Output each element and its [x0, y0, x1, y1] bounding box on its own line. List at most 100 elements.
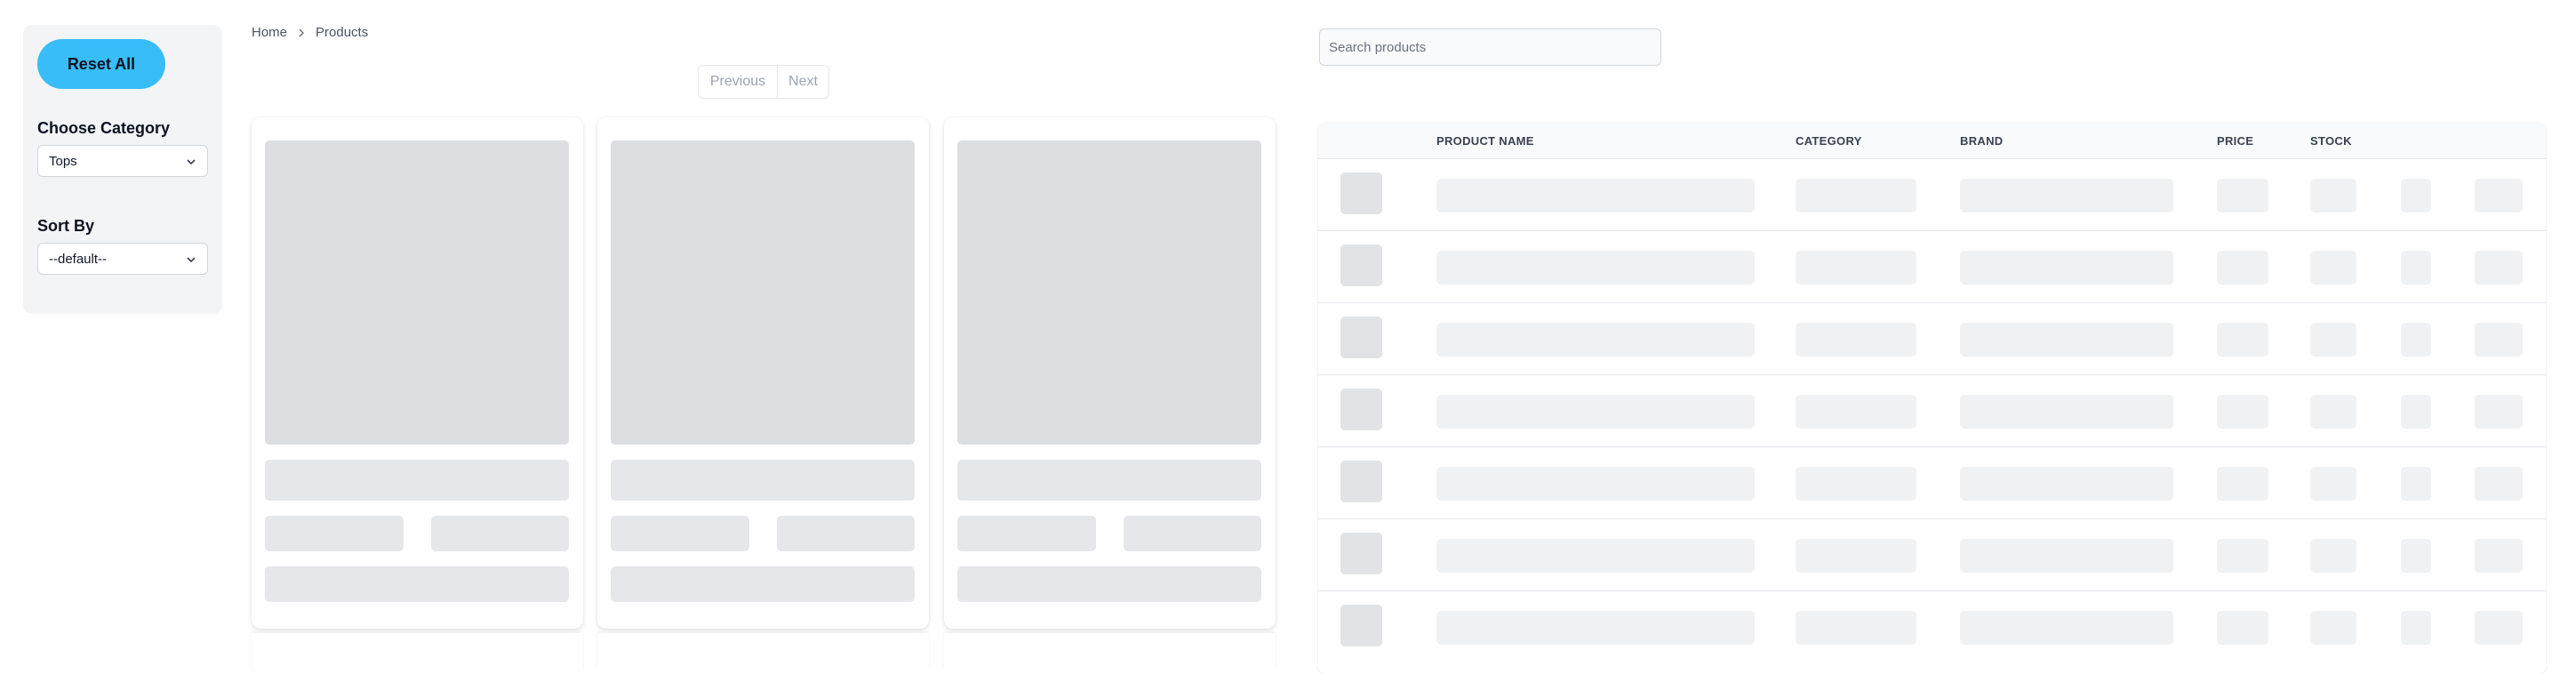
- cell-placeholder: [1960, 611, 2173, 645]
- cell-placeholder: [1796, 251, 1916, 285]
- next-button[interactable]: Next: [777, 66, 828, 98]
- cell-placeholder: [1960, 539, 2173, 573]
- cell-placeholder: [2475, 251, 2523, 285]
- pagination: Previous Next: [698, 65, 829, 99]
- category-label: Choose Category: [37, 119, 171, 137]
- text-placeholder: [957, 516, 1096, 551]
- cell-placeholder: [1796, 323, 1916, 357]
- cell-placeholder: [2217, 395, 2268, 429]
- column-header-category[interactable]: CATEGORY: [1796, 134, 1862, 148]
- cell-placeholder: [1436, 611, 1755, 645]
- chevron-right-icon: [299, 28, 305, 36]
- sort-select[interactable]: --default--: [37, 243, 208, 275]
- table-row: [1318, 230, 2546, 302]
- breadcrumb: Home Products: [252, 25, 368, 40]
- filter-sidebar: Reset All Choose Category Tops Sort By -…: [23, 25, 222, 314]
- title-placeholder: [957, 460, 1261, 501]
- product-card-skeleton: [944, 633, 1276, 669]
- cell-placeholder: [2310, 251, 2356, 285]
- text-placeholder: [611, 516, 749, 551]
- cell-placeholder: [1796, 539, 1916, 573]
- cell-placeholder: [2475, 179, 2523, 213]
- cell-placeholder: [1436, 251, 1755, 285]
- text-placeholder: [777, 516, 915, 551]
- category-select-value: Tops: [49, 153, 77, 169]
- product-table: PRODUCT NAME CATEGORY BRAND PRICE STOCK: [1318, 123, 2546, 674]
- cell-placeholder: [2310, 539, 2356, 573]
- cell-placeholder: [1436, 395, 1755, 429]
- cell-placeholder: [2401, 251, 2431, 285]
- cell-placeholder: [2310, 179, 2356, 213]
- image-placeholder: [265, 140, 569, 445]
- product-card-skeleton: [597, 117, 929, 629]
- cell-placeholder: [1436, 539, 1755, 573]
- table-row: [1318, 374, 2546, 446]
- category-select[interactable]: Tops: [37, 145, 208, 177]
- table-row: [1318, 518, 2546, 590]
- text-placeholder: [431, 516, 569, 551]
- table-row: [1318, 446, 2546, 518]
- cell-placeholder: [2217, 611, 2268, 645]
- cell-placeholder: [2475, 467, 2523, 501]
- cell-placeholder: [1796, 395, 1916, 429]
- product-card-skeleton: [252, 117, 583, 629]
- product-card-skeleton: [597, 633, 929, 669]
- thumbnail-placeholder: [1340, 173, 1382, 214]
- cell-placeholder: [2217, 467, 2268, 501]
- cell-placeholder: [1796, 467, 1916, 501]
- table-row: [1318, 158, 2546, 230]
- sort-select-value: --default--: [49, 251, 108, 267]
- cell-placeholder: [2401, 467, 2431, 501]
- cell-placeholder: [2401, 179, 2431, 213]
- chevron-down-icon: [187, 159, 196, 165]
- cell-placeholder: [2310, 395, 2356, 429]
- thumbnail-placeholder: [1340, 533, 1382, 574]
- cell-placeholder: [2217, 179, 2268, 213]
- breadcrumb-current: Products: [316, 25, 369, 40]
- cell-placeholder: [1436, 179, 1755, 213]
- title-placeholder: [611, 460, 915, 501]
- column-header-price[interactable]: PRICE: [2217, 134, 2253, 148]
- text-placeholder: [1124, 516, 1261, 551]
- cell-placeholder: [2475, 539, 2523, 573]
- thumbnail-placeholder: [1340, 461, 1382, 502]
- cell-placeholder: [2310, 611, 2356, 645]
- reset-all-button[interactable]: Reset All: [37, 39, 165, 89]
- cell-placeholder: [2475, 395, 2523, 429]
- column-header-stock[interactable]: STOCK: [2310, 134, 2352, 148]
- thumbnail-placeholder: [1340, 317, 1382, 358]
- search-input[interactable]: [1319, 28, 1661, 66]
- title-placeholder: [265, 460, 569, 501]
- cell-placeholder: [2217, 251, 2268, 285]
- product-card-skeleton: [252, 633, 583, 669]
- image-placeholder: [611, 140, 915, 445]
- thumbnail-placeholder: [1340, 389, 1382, 430]
- column-header-brand[interactable]: BRAND: [1960, 134, 2003, 148]
- button-placeholder: [611, 566, 915, 602]
- cell-placeholder: [2401, 395, 2431, 429]
- chevron-down-icon: [187, 257, 196, 263]
- cell-placeholder: [1960, 323, 2173, 357]
- cell-placeholder: [1796, 179, 1916, 213]
- thumbnail-placeholder: [1340, 245, 1382, 286]
- cell-placeholder: [2475, 323, 2523, 357]
- product-card-skeleton: [944, 117, 1276, 629]
- image-placeholder: [957, 140, 1261, 445]
- cell-placeholder: [2310, 323, 2356, 357]
- table-row: [1318, 590, 2546, 662]
- cell-placeholder: [2401, 539, 2431, 573]
- text-placeholder: [265, 516, 404, 551]
- cell-placeholder: [2401, 323, 2431, 357]
- sort-label: Sort By: [37, 217, 95, 235]
- button-placeholder: [265, 566, 569, 602]
- previous-button[interactable]: Previous: [699, 66, 777, 98]
- cell-placeholder: [1436, 323, 1755, 357]
- cell-placeholder: [2217, 323, 2268, 357]
- button-placeholder: [957, 566, 1261, 602]
- column-header-product-name[interactable]: PRODUCT NAME: [1436, 134, 1534, 148]
- table-row: [1318, 302, 2546, 374]
- thumbnail-placeholder: [1340, 605, 1382, 646]
- cell-placeholder: [2401, 611, 2431, 645]
- breadcrumb-home[interactable]: Home: [252, 25, 287, 40]
- cell-placeholder: [2475, 611, 2523, 645]
